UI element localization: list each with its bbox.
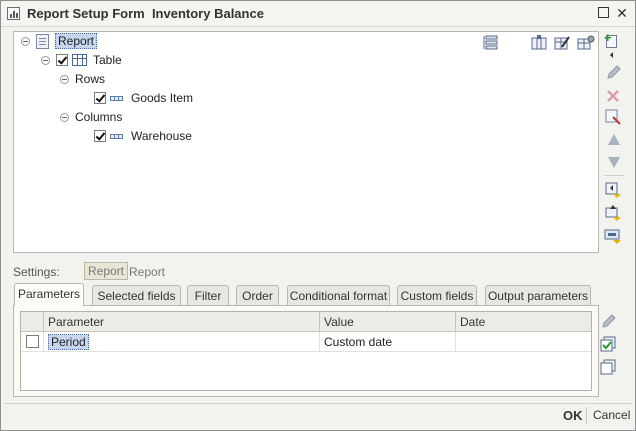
cancel-button[interactable]: Cancel xyxy=(593,408,630,422)
tree-node-label: Columns xyxy=(75,110,123,124)
ok-button[interactable]: OK xyxy=(563,408,583,423)
settings-report-link[interactable]: Report xyxy=(129,265,165,279)
move-up-button[interactable] xyxy=(604,131,622,149)
maximize-button[interactable] xyxy=(597,6,611,20)
arrow-down-icon xyxy=(608,157,620,168)
table-settings-icon xyxy=(577,35,595,50)
field-icon xyxy=(110,133,123,139)
table-layout-button[interactable] xyxy=(531,35,547,51)
tree-node-columns[interactable]: Columns xyxy=(60,108,122,126)
check-all-icon xyxy=(600,336,616,352)
parameter-cell[interactable]: Period xyxy=(43,332,319,352)
window-title: Report Setup Form Inventory Balance xyxy=(27,6,264,21)
tree-node-report[interactable]: Report xyxy=(21,32,98,50)
tab-order[interactable]: Order xyxy=(236,285,279,305)
detail-records-button[interactable] xyxy=(604,227,622,245)
tab-custom-fields[interactable]: Custom fields xyxy=(397,285,477,305)
footer-divider xyxy=(4,403,632,404)
select-element-button[interactable] xyxy=(604,108,622,126)
table-checkbox[interactable] xyxy=(56,54,68,66)
settings-report-chip[interactable]: Report xyxy=(84,262,129,280)
table-layout-icon xyxy=(531,35,547,50)
column-header-date[interactable]: Date xyxy=(455,312,591,332)
delete-x-icon xyxy=(607,90,619,102)
warehouse-checkbox[interactable] xyxy=(94,130,106,142)
tree-node-warehouse[interactable]: Warehouse xyxy=(94,127,192,145)
tree-node-label: Table xyxy=(93,53,122,67)
tree-node-table[interactable]: Table xyxy=(41,51,122,69)
toolbar-divider xyxy=(604,175,624,176)
edit-parameter-button[interactable] xyxy=(599,313,617,331)
move-down-button[interactable] xyxy=(604,153,622,171)
ungroup-button[interactable] xyxy=(604,204,622,222)
collapse-icon[interactable] xyxy=(60,74,69,84)
collapse-icon[interactable] xyxy=(41,55,50,65)
delete-button[interactable] xyxy=(604,87,622,105)
title-bar: Report Setup Form Inventory Balance ✕ xyxy=(1,1,635,27)
table-row[interactable]: Period Custom date xyxy=(21,332,591,352)
maximize-icon xyxy=(598,7,609,18)
tree-node-goods-item[interactable]: Goods Item xyxy=(94,89,193,107)
select-element-icon xyxy=(605,109,621,125)
parameter-name: Period xyxy=(48,334,89,350)
table-settings-button[interactable] xyxy=(577,35,595,51)
value-cell[interactable]: Custom date xyxy=(319,332,455,352)
grid-header: Parameter Value Date xyxy=(21,312,591,332)
tree-node-label: Rows xyxy=(75,72,106,86)
report-app-icon xyxy=(7,7,20,20)
group-button[interactable] xyxy=(604,181,622,199)
grouping-icon xyxy=(483,35,498,50)
tab-selected-fields[interactable]: Selected fields xyxy=(92,285,181,305)
collapse-icon[interactable] xyxy=(60,112,69,122)
tree-node-label: Report xyxy=(55,33,98,49)
add-dropdown-button[interactable] xyxy=(604,48,622,58)
detail-records-icon xyxy=(604,229,621,244)
row-checkbox[interactable] xyxy=(26,335,39,348)
grouping-button[interactable] xyxy=(483,35,499,51)
edit-table-button[interactable] xyxy=(554,35,570,51)
tree-node-rows[interactable]: Rows xyxy=(60,70,105,88)
collapse-icon[interactable] xyxy=(21,36,30,46)
report-setup-window: Report Setup Form Inventory Balance ✕ Re… xyxy=(0,0,636,431)
check-all-button[interactable] xyxy=(599,336,617,354)
pencil-icon xyxy=(607,65,621,79)
table-icon xyxy=(72,54,87,66)
edit-table-icon xyxy=(554,36,570,50)
tab-output-parameters[interactable]: Output parameters xyxy=(485,285,591,305)
button-separator xyxy=(586,407,587,424)
chevron-left-icon xyxy=(610,52,613,58)
report-document-icon xyxy=(36,33,49,49)
tree-node-label: Goods Item xyxy=(131,91,194,105)
column-header-parameter[interactable]: Parameter xyxy=(43,312,319,332)
edit-button[interactable] xyxy=(604,64,622,82)
plus-icon: + xyxy=(604,30,612,45)
settings-label: Settings: xyxy=(13,265,60,279)
tab-filter[interactable]: Filter xyxy=(187,285,229,305)
field-icon xyxy=(110,95,123,101)
uncheck-all-icon xyxy=(600,359,616,375)
date-cell[interactable] xyxy=(455,332,591,352)
ungroup-icon xyxy=(605,205,621,221)
tree-node-label: Warehouse xyxy=(131,129,192,143)
uncheck-all-button[interactable] xyxy=(599,359,617,377)
column-header-value[interactable]: Value xyxy=(319,312,455,332)
goods-item-checkbox[interactable] xyxy=(94,92,106,104)
group-icon xyxy=(605,182,621,198)
pencil-icon xyxy=(602,314,616,328)
close-button[interactable]: ✕ xyxy=(615,6,629,20)
structure-tree[interactable]: Report Table Rows Goods Item Columns War… xyxy=(13,31,599,253)
tab-parameters[interactable]: Parameters xyxy=(14,283,84,306)
tab-conditional-format[interactable]: Conditional format xyxy=(287,285,390,305)
arrow-up-icon xyxy=(608,134,620,145)
parameters-grid[interactable]: Parameter Value Date Period Custom date xyxy=(20,311,592,391)
